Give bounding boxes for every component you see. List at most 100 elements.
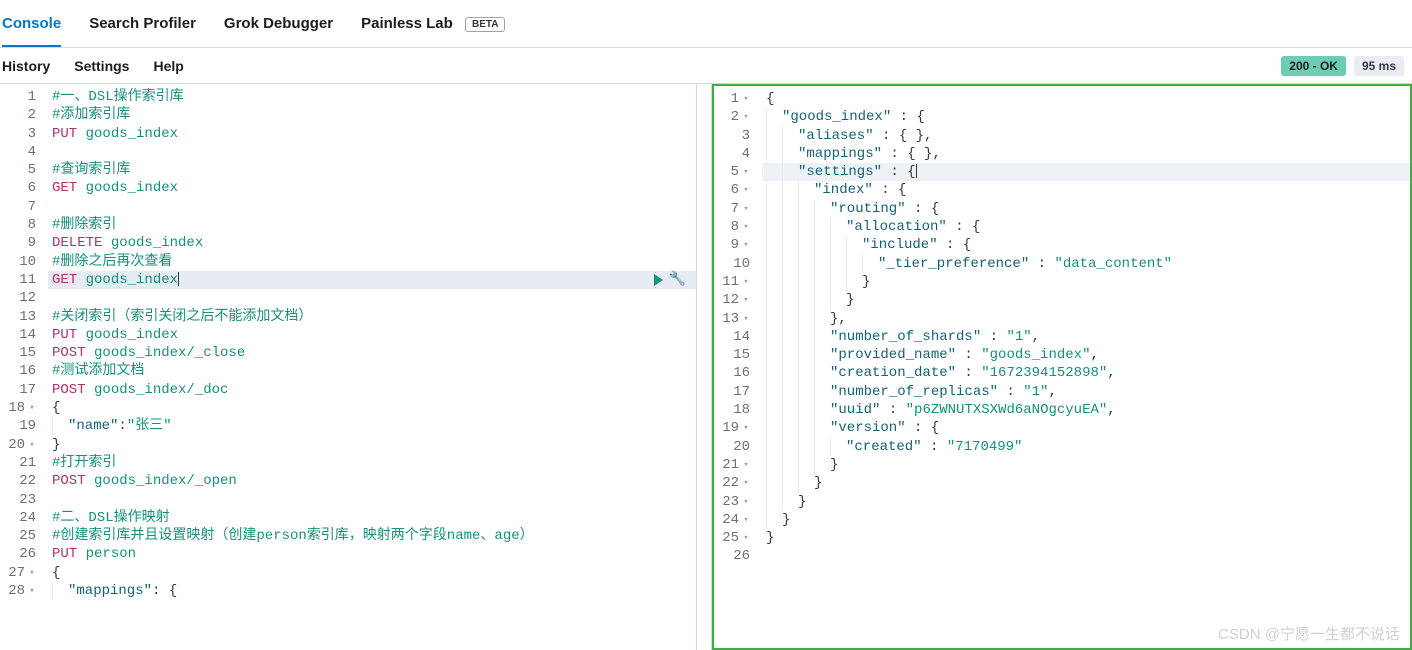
status-group: 200 - OK 95 ms	[1281, 56, 1412, 76]
gutter-line: 5▾	[714, 163, 750, 181]
code-line[interactable]: POST goods_index/_open	[48, 472, 696, 490]
response-line: "mappings" : { },	[762, 145, 1410, 163]
code-line[interactable]: #二、DSL操作映射	[48, 509, 696, 527]
response-line: "number_of_shards" : "1",	[762, 328, 1410, 346]
code-line[interactable]: #删除之后再次查看	[48, 253, 696, 271]
fold-icon[interactable]: ▾	[742, 236, 750, 254]
gutter-line: 7▾	[714, 200, 750, 218]
tab-grok-debugger[interactable]: Grok Debugger	[224, 1, 333, 46]
gutter-line: 25▾	[714, 529, 750, 547]
response-line: {	[762, 90, 1410, 108]
code-line[interactable]	[48, 491, 696, 509]
gutter-line: 23	[0, 491, 36, 509]
code-line[interactable]: #打开索引	[48, 454, 696, 472]
code-line[interactable]: {	[48, 399, 696, 417]
code-line[interactable]: #查询索引库	[48, 161, 696, 179]
fold-icon[interactable]: ▾	[742, 529, 750, 547]
code-line[interactable]: #一、DSL操作索引库	[48, 88, 696, 106]
latency-badge: 95 ms	[1354, 56, 1404, 76]
fold-icon[interactable]: ▾	[742, 511, 750, 529]
tab-search-profiler[interactable]: Search Profiler	[89, 1, 196, 46]
code-line[interactable]: #删除索引	[48, 216, 696, 234]
response-line: "goods_index" : {	[762, 108, 1410, 126]
code-line[interactable]	[48, 289, 696, 307]
pane-divider[interactable]	[696, 84, 712, 650]
fold-icon[interactable]: ▾	[742, 456, 750, 474]
gutter-line: 21	[0, 454, 36, 472]
tab-painless-lab[interactable]: Painless Lab BETA	[361, 1, 505, 46]
gutter-line: 15	[714, 346, 750, 364]
response-line: "version" : {	[762, 419, 1410, 437]
response-line: "index" : {	[762, 181, 1410, 199]
gutter-line: 18▾	[0, 399, 36, 417]
fold-icon[interactable]: ▾	[742, 273, 750, 291]
editor-code[interactable]: #一、DSL操作索引库#添加索引库PUT goods_index#查询索引库GE…	[44, 84, 696, 650]
gutter-line: 11▾	[714, 273, 750, 291]
response-line: "include" : {	[762, 236, 1410, 254]
gutter-line: 25	[0, 527, 36, 545]
code-line[interactable]: #关闭索引（索引关闭之后不能添加文档）	[48, 308, 696, 326]
fold-icon[interactable]: ▾	[742, 181, 750, 199]
code-line[interactable]: }	[48, 436, 696, 454]
code-line[interactable]	[48, 198, 696, 216]
fold-icon[interactable]: ▾	[742, 163, 750, 181]
code-line[interactable]: GET goods_index	[48, 179, 696, 197]
menu-help[interactable]: Help	[143, 58, 197, 74]
response-line	[762, 547, 1410, 565]
fold-icon[interactable]: ▾	[742, 218, 750, 236]
response-line: "allocation" : {	[762, 218, 1410, 236]
code-line[interactable]: "name":"张三"	[48, 417, 696, 435]
fold-icon[interactable]: ▾	[742, 108, 750, 126]
code-line[interactable]: #添加索引库	[48, 106, 696, 124]
code-line[interactable]: PUT goods_index	[48, 125, 696, 143]
gutter-line: 5	[0, 161, 36, 179]
gutter-line: 4	[714, 145, 750, 163]
menu-history[interactable]: History	[0, 58, 64, 74]
code-line[interactable]	[48, 143, 696, 161]
request-editor[interactable]: 123456789101112131415161718▾1920▾2122232…	[0, 84, 696, 650]
code-line[interactable]: GET goods_index🔧	[48, 271, 696, 289]
tab-console[interactable]: Console	[2, 1, 61, 46]
response-line: "provided_name" : "goods_index",	[762, 346, 1410, 364]
fold-icon[interactable]: ▾	[742, 291, 750, 309]
gutter-line: 23▾	[714, 493, 750, 511]
secondary-menu-bar: History Settings Help 200 - OK 95 ms	[0, 48, 1412, 84]
code-line[interactable]: #测试添加文档	[48, 362, 696, 380]
gutter-line: 12▾	[714, 291, 750, 309]
code-line[interactable]: POST goods_index/_doc	[48, 381, 696, 399]
code-line[interactable]: PUT goods_index	[48, 326, 696, 344]
gutter-line: 14	[0, 326, 36, 344]
gutter-line: 20▾	[0, 436, 36, 454]
response-line: }	[762, 273, 1410, 291]
code-line[interactable]: #创建索引库并且设置映射（创建person索引库，映射两个字段name、age）	[48, 527, 696, 545]
gutter-line: 13	[0, 308, 36, 326]
gutter-line: 10	[0, 253, 36, 271]
response-line: }	[762, 474, 1410, 492]
gutter-line: 21▾	[714, 456, 750, 474]
fold-icon[interactable]: ▾	[742, 474, 750, 492]
fold-icon[interactable]: ▾	[742, 90, 750, 108]
response-line: "uuid" : "p6ZWNUTXSXWd6aNOgcyuEA",	[762, 401, 1410, 419]
fold-icon[interactable]: ▾	[28, 399, 36, 417]
menu-settings[interactable]: Settings	[64, 58, 143, 74]
fold-icon[interactable]: ▾	[28, 582, 36, 600]
gutter-line: 1	[0, 88, 36, 106]
run-request-icon[interactable]	[654, 274, 663, 286]
code-line[interactable]: "mappings": {	[48, 582, 696, 600]
fold-icon[interactable]: ▾	[28, 564, 36, 582]
fold-icon[interactable]: ▾	[742, 493, 750, 511]
fold-icon[interactable]: ▾	[742, 200, 750, 218]
gutter-line: 3	[714, 127, 750, 145]
fold-icon[interactable]: ▾	[742, 419, 750, 437]
fold-icon[interactable]: ▾	[742, 310, 750, 328]
gutter-line: 15	[0, 344, 36, 362]
response-line: },	[762, 310, 1410, 328]
code-line[interactable]: POST goods_index/_close	[48, 344, 696, 362]
response-line: "settings" : {	[762, 163, 1410, 181]
wrench-icon[interactable]: 🔧	[669, 271, 686, 289]
code-line[interactable]: PUT person	[48, 545, 696, 563]
code-line[interactable]: {	[48, 564, 696, 582]
response-viewer[interactable]: 1▾2▾345▾6▾7▾8▾9▾1011▾12▾13▾141516171819▾…	[712, 84, 1412, 650]
fold-icon[interactable]: ▾	[28, 436, 36, 454]
code-line[interactable]: DELETE goods_index	[48, 234, 696, 252]
